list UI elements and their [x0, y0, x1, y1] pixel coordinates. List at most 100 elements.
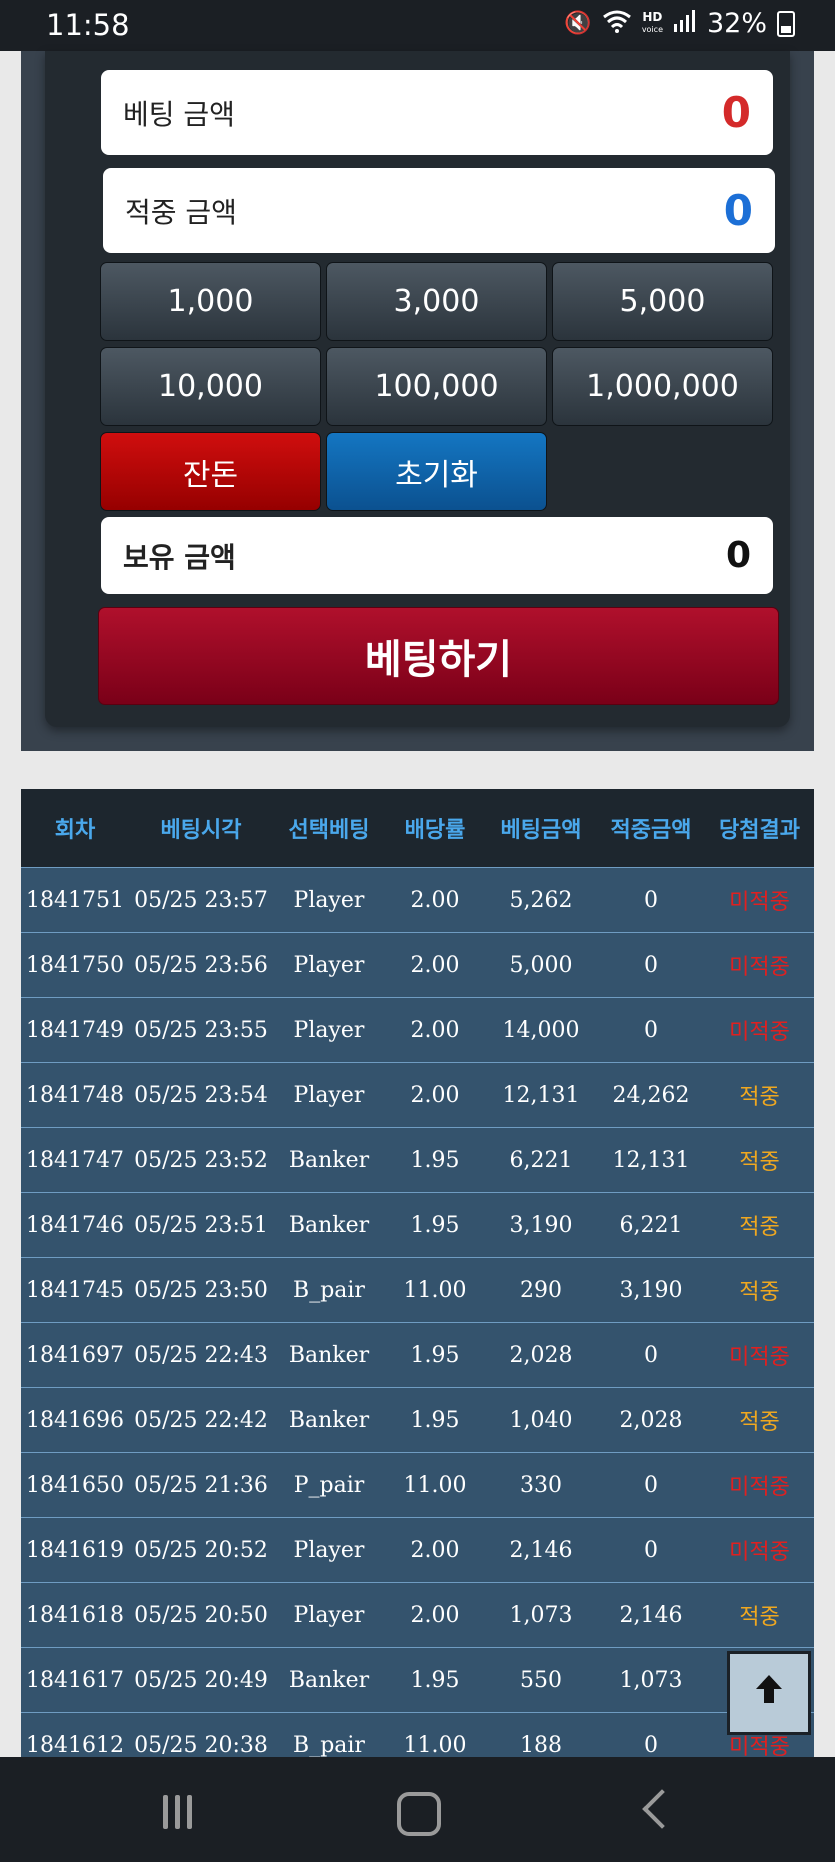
recent-apps-icon[interactable] — [163, 1795, 192, 1829]
bet-amount-label: 베팅 금액 — [123, 97, 235, 131]
table-cell: 0 — [597, 1452, 705, 1518]
table-cell: 1,073 — [485, 1582, 597, 1648]
table-cell: 12,131 — [597, 1127, 705, 1193]
balance-value: 0 — [725, 535, 751, 576]
bet-history-table: 회차 베팅시각 선택베팅 배당률 베팅금액 적중금액 당첨결과 1841751 05/25 2… — [21, 789, 814, 1757]
table-row: 1841697 05/25 22:43 Banker 1.95 2,028 0 미적중 — [21, 1322, 814, 1388]
table-cell: 1841617 — [21, 1647, 129, 1713]
mute-icon: 🔇 — [564, 11, 592, 36]
column-header: 선택베팅 — [273, 789, 385, 868]
table-cell: 2,146 — [485, 1517, 597, 1583]
balance-box: 보유 금액 0 — [101, 517, 773, 594]
status-bar: 11:58 🔇 HD voice 32% — [0, 0, 835, 51]
table-row: 1841745 05/25 23:50 B_pair 11.00 290 3,190 적중 — [21, 1257, 814, 1323]
chip-button-5000[interactable]: 5,000 — [552, 262, 773, 341]
back-icon[interactable] — [642, 1789, 682, 1829]
win-amount-box: 적중 금액 0 — [103, 168, 775, 253]
table-cell: 적중 — [705, 1062, 814, 1128]
chip-button-10000[interactable]: 10,000 — [100, 347, 321, 426]
table-cell: 미적중 — [705, 932, 814, 998]
table-cell: 1841650 — [21, 1452, 129, 1518]
column-header: 베팅시각 — [129, 789, 273, 868]
voice-label: voice — [641, 25, 663, 34]
table-cell: Player — [273, 1062, 385, 1128]
table-cell: 1841747 — [21, 1127, 129, 1193]
table-cell: 2.00 — [385, 1062, 485, 1128]
table-cell: 적중 — [705, 1582, 814, 1648]
table-cell: 05/25 22:43 — [129, 1322, 273, 1388]
table-cell: 1841750 — [21, 932, 129, 998]
hd-label: HD — [642, 10, 663, 24]
status-icons: 🔇 HD voice 32% — [564, 8, 795, 39]
win-amount-label: 적중 금액 — [125, 195, 237, 229]
table-cell: 1841749 — [21, 997, 129, 1063]
table-cell: 11.00 — [385, 1452, 485, 1518]
scroll-to-top-button[interactable] — [727, 1651, 811, 1735]
table-cell: 1841745 — [21, 1257, 129, 1323]
table-cell: 적중 — [705, 1192, 814, 1258]
table-cell: 24,262 — [597, 1062, 705, 1128]
balance-label: 보유 금액 — [123, 540, 236, 574]
table-cell: P_pair — [273, 1452, 385, 1518]
table-row: 1841749 05/25 23:55 Player 2.00 14,000 0 미적중 — [21, 997, 814, 1063]
chip-button-1000000[interactable]: 1,000,000 — [552, 347, 773, 426]
table-cell: 6,221 — [597, 1192, 705, 1258]
system-nav-bar — [0, 1757, 835, 1862]
reset-button[interactable]: 초기화 — [326, 432, 547, 511]
table-cell: 05/25 23:54 — [129, 1062, 273, 1128]
chip-button-1000[interactable]: 1,000 — [100, 262, 321, 341]
table-row: 1841747 05/25 23:52 Banker 1.95 6,221 12,131 적… — [21, 1127, 814, 1193]
table-cell: 1841748 — [21, 1062, 129, 1128]
table-cell: 3,190 — [485, 1192, 597, 1258]
table-cell: Banker — [273, 1647, 385, 1713]
table-cell: 05/25 20:38 — [129, 1712, 273, 1757]
table-row: 1841750 05/25 23:56 Player 2.00 5,000 0 미적중 — [21, 932, 814, 998]
table-cell: 05/25 20:52 — [129, 1517, 273, 1583]
table-cell: 290 — [485, 1257, 597, 1323]
arrow-up-icon — [752, 1670, 786, 1716]
table-cell: 적중 — [705, 1127, 814, 1193]
column-header: 배당률 — [385, 789, 485, 868]
table-cell: 0 — [597, 867, 705, 933]
chip-button-3000[interactable]: 3,000 — [326, 262, 547, 341]
place-bet-button[interactable]: 베팅하기 — [98, 607, 779, 705]
table-cell: 5,262 — [485, 867, 597, 933]
table-cell: 2,028 — [485, 1322, 597, 1388]
table-cell: Player — [273, 1582, 385, 1648]
table-cell: 1841696 — [21, 1387, 129, 1453]
bet-panel-frame: 베팅 금액 0 적중 금액 0 1,000 3,000 5,000 10,000… — [21, 51, 814, 751]
table-cell: 05/25 23:50 — [129, 1257, 273, 1323]
table-cell: 11.00 — [385, 1712, 485, 1757]
battery-icon — [777, 10, 795, 37]
table-cell: 1.95 — [385, 1387, 485, 1453]
bet-amount-value: 0 — [721, 88, 751, 137]
table-row: 1841751 05/25 23:57 Player 2.00 5,262 0 미적중 — [21, 867, 814, 933]
table-cell: 1841697 — [21, 1322, 129, 1388]
table-cell: 1841746 — [21, 1192, 129, 1258]
table-row: 1841746 05/25 23:51 Banker 1.95 3,190 6,221 적중 — [21, 1192, 814, 1258]
table-cell: 05/25 20:50 — [129, 1582, 273, 1648]
status-time: 11:58 — [46, 8, 130, 42]
table-cell: 0 — [597, 932, 705, 998]
table-cell: Player — [273, 867, 385, 933]
table-cell: 적중 — [705, 1387, 814, 1453]
table-cell: 05/25 23:51 — [129, 1192, 273, 1258]
table-cell: 05/25 23:57 — [129, 867, 273, 933]
home-icon[interactable] — [397, 1792, 441, 1836]
table-cell: 0 — [597, 1322, 705, 1388]
table-cell: 6,221 — [485, 1127, 597, 1193]
bet-panel: 베팅 금액 0 적중 금액 0 1,000 3,000 5,000 10,000… — [45, 51, 790, 727]
table-cell: 1,073 — [597, 1647, 705, 1713]
table-cell: 1.95 — [385, 1127, 485, 1193]
table-cell: 14,000 — [485, 997, 597, 1063]
table-cell: 1,040 — [485, 1387, 597, 1453]
table-cell: 1.95 — [385, 1647, 485, 1713]
chip-button-100000[interactable]: 100,000 — [326, 347, 547, 426]
table-row: 184161705/25 20:49Banker1.955501,073적중 — [21, 1647, 814, 1713]
table-cell: Banker — [273, 1387, 385, 1453]
table-cell: 188 — [485, 1712, 597, 1757]
table-cell: 2.00 — [385, 932, 485, 998]
table-cell: Player — [273, 932, 385, 998]
column-header: 당첨결과 — [705, 789, 814, 868]
remainder-button[interactable]: 잔돈 — [100, 432, 321, 511]
